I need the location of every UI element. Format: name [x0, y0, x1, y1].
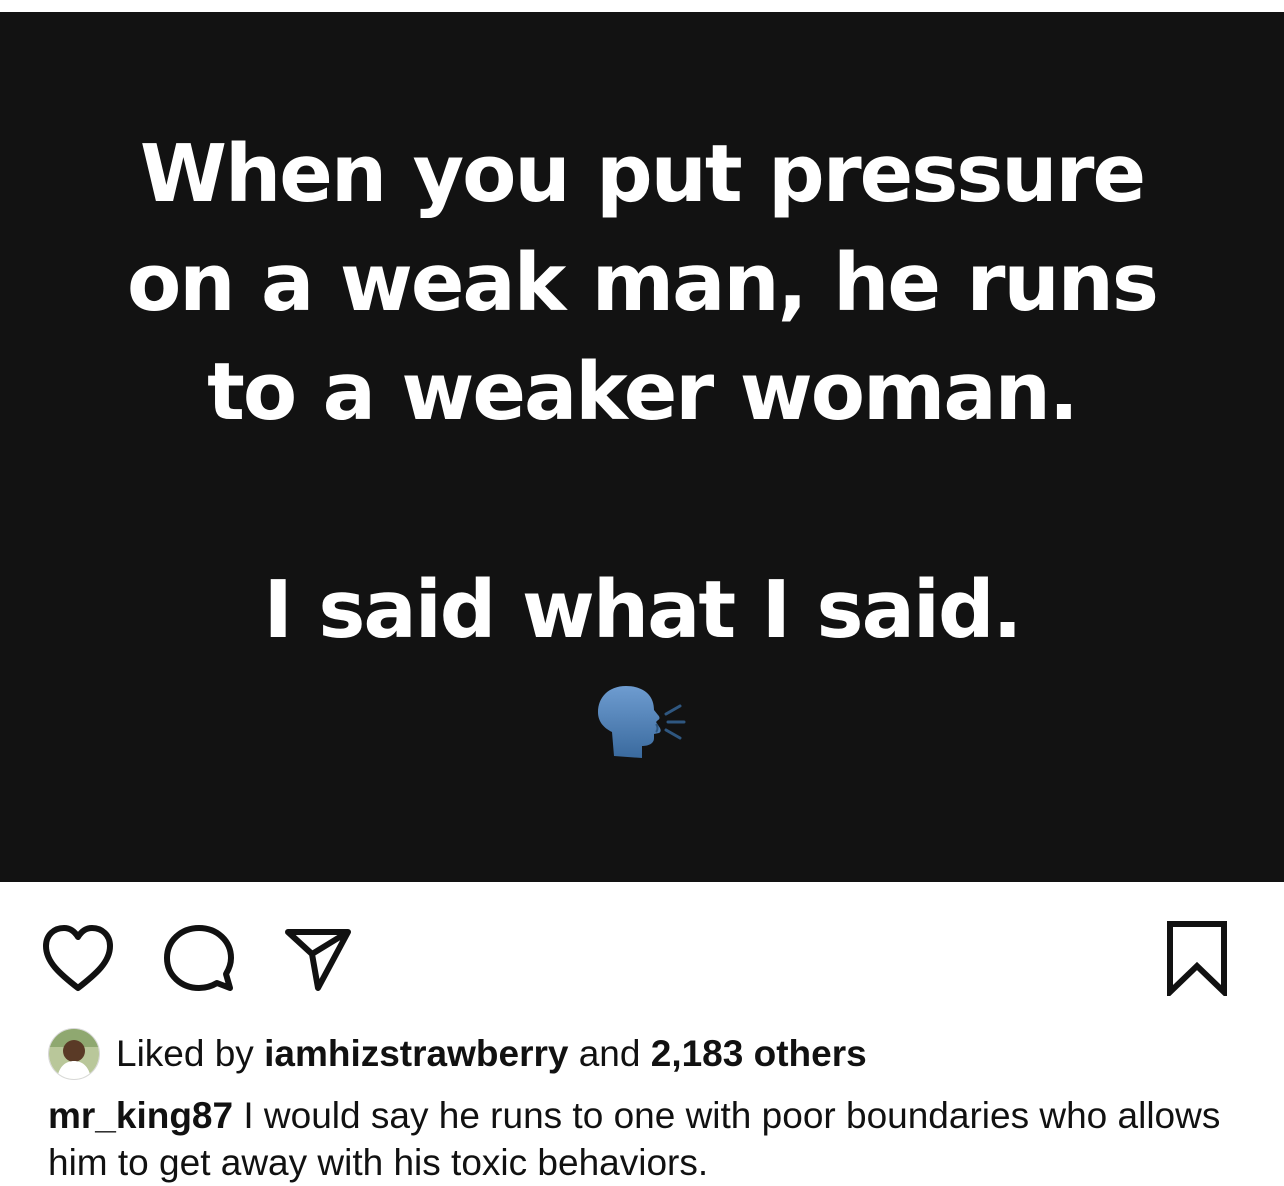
comment-icon[interactable]	[162, 922, 236, 994]
post-actions	[0, 882, 1284, 1022]
likes-summary[interactable]: Liked by iamhizstrawberry and 2,183 othe…	[48, 1026, 867, 1082]
post-image[interactable]: When you put pressure on a weak man, he …	[0, 12, 1284, 882]
liked-by-username[interactable]: iamhizstrawberry	[264, 1033, 568, 1075]
post-quote: When you put pressure on a weak man, he …	[0, 120, 1284, 665]
post-caption: mr_king87 I would say he runs to one wit…	[48, 1092, 1248, 1186]
speaking-head-icon	[598, 686, 686, 758]
share-icon[interactable]	[282, 922, 354, 994]
caption-username[interactable]: mr_king87	[48, 1095, 233, 1136]
quote-line-2: on a weak man, he runs	[127, 237, 1159, 329]
bookmark-icon[interactable]	[1164, 920, 1230, 996]
likes-count[interactable]: 2,183 others	[651, 1033, 867, 1075]
likes-middle: and	[578, 1033, 641, 1074]
top-strip	[0, 0, 1284, 12]
quote-line-1: When you put pressure	[139, 128, 1146, 220]
avatar[interactable]	[48, 1028, 100, 1080]
heart-icon[interactable]	[40, 922, 116, 994]
quote-line-4: I said what I said.	[263, 564, 1022, 656]
quote-line-3: to a weaker woman.	[207, 346, 1079, 438]
likes-prefix: Liked by	[116, 1033, 254, 1074]
